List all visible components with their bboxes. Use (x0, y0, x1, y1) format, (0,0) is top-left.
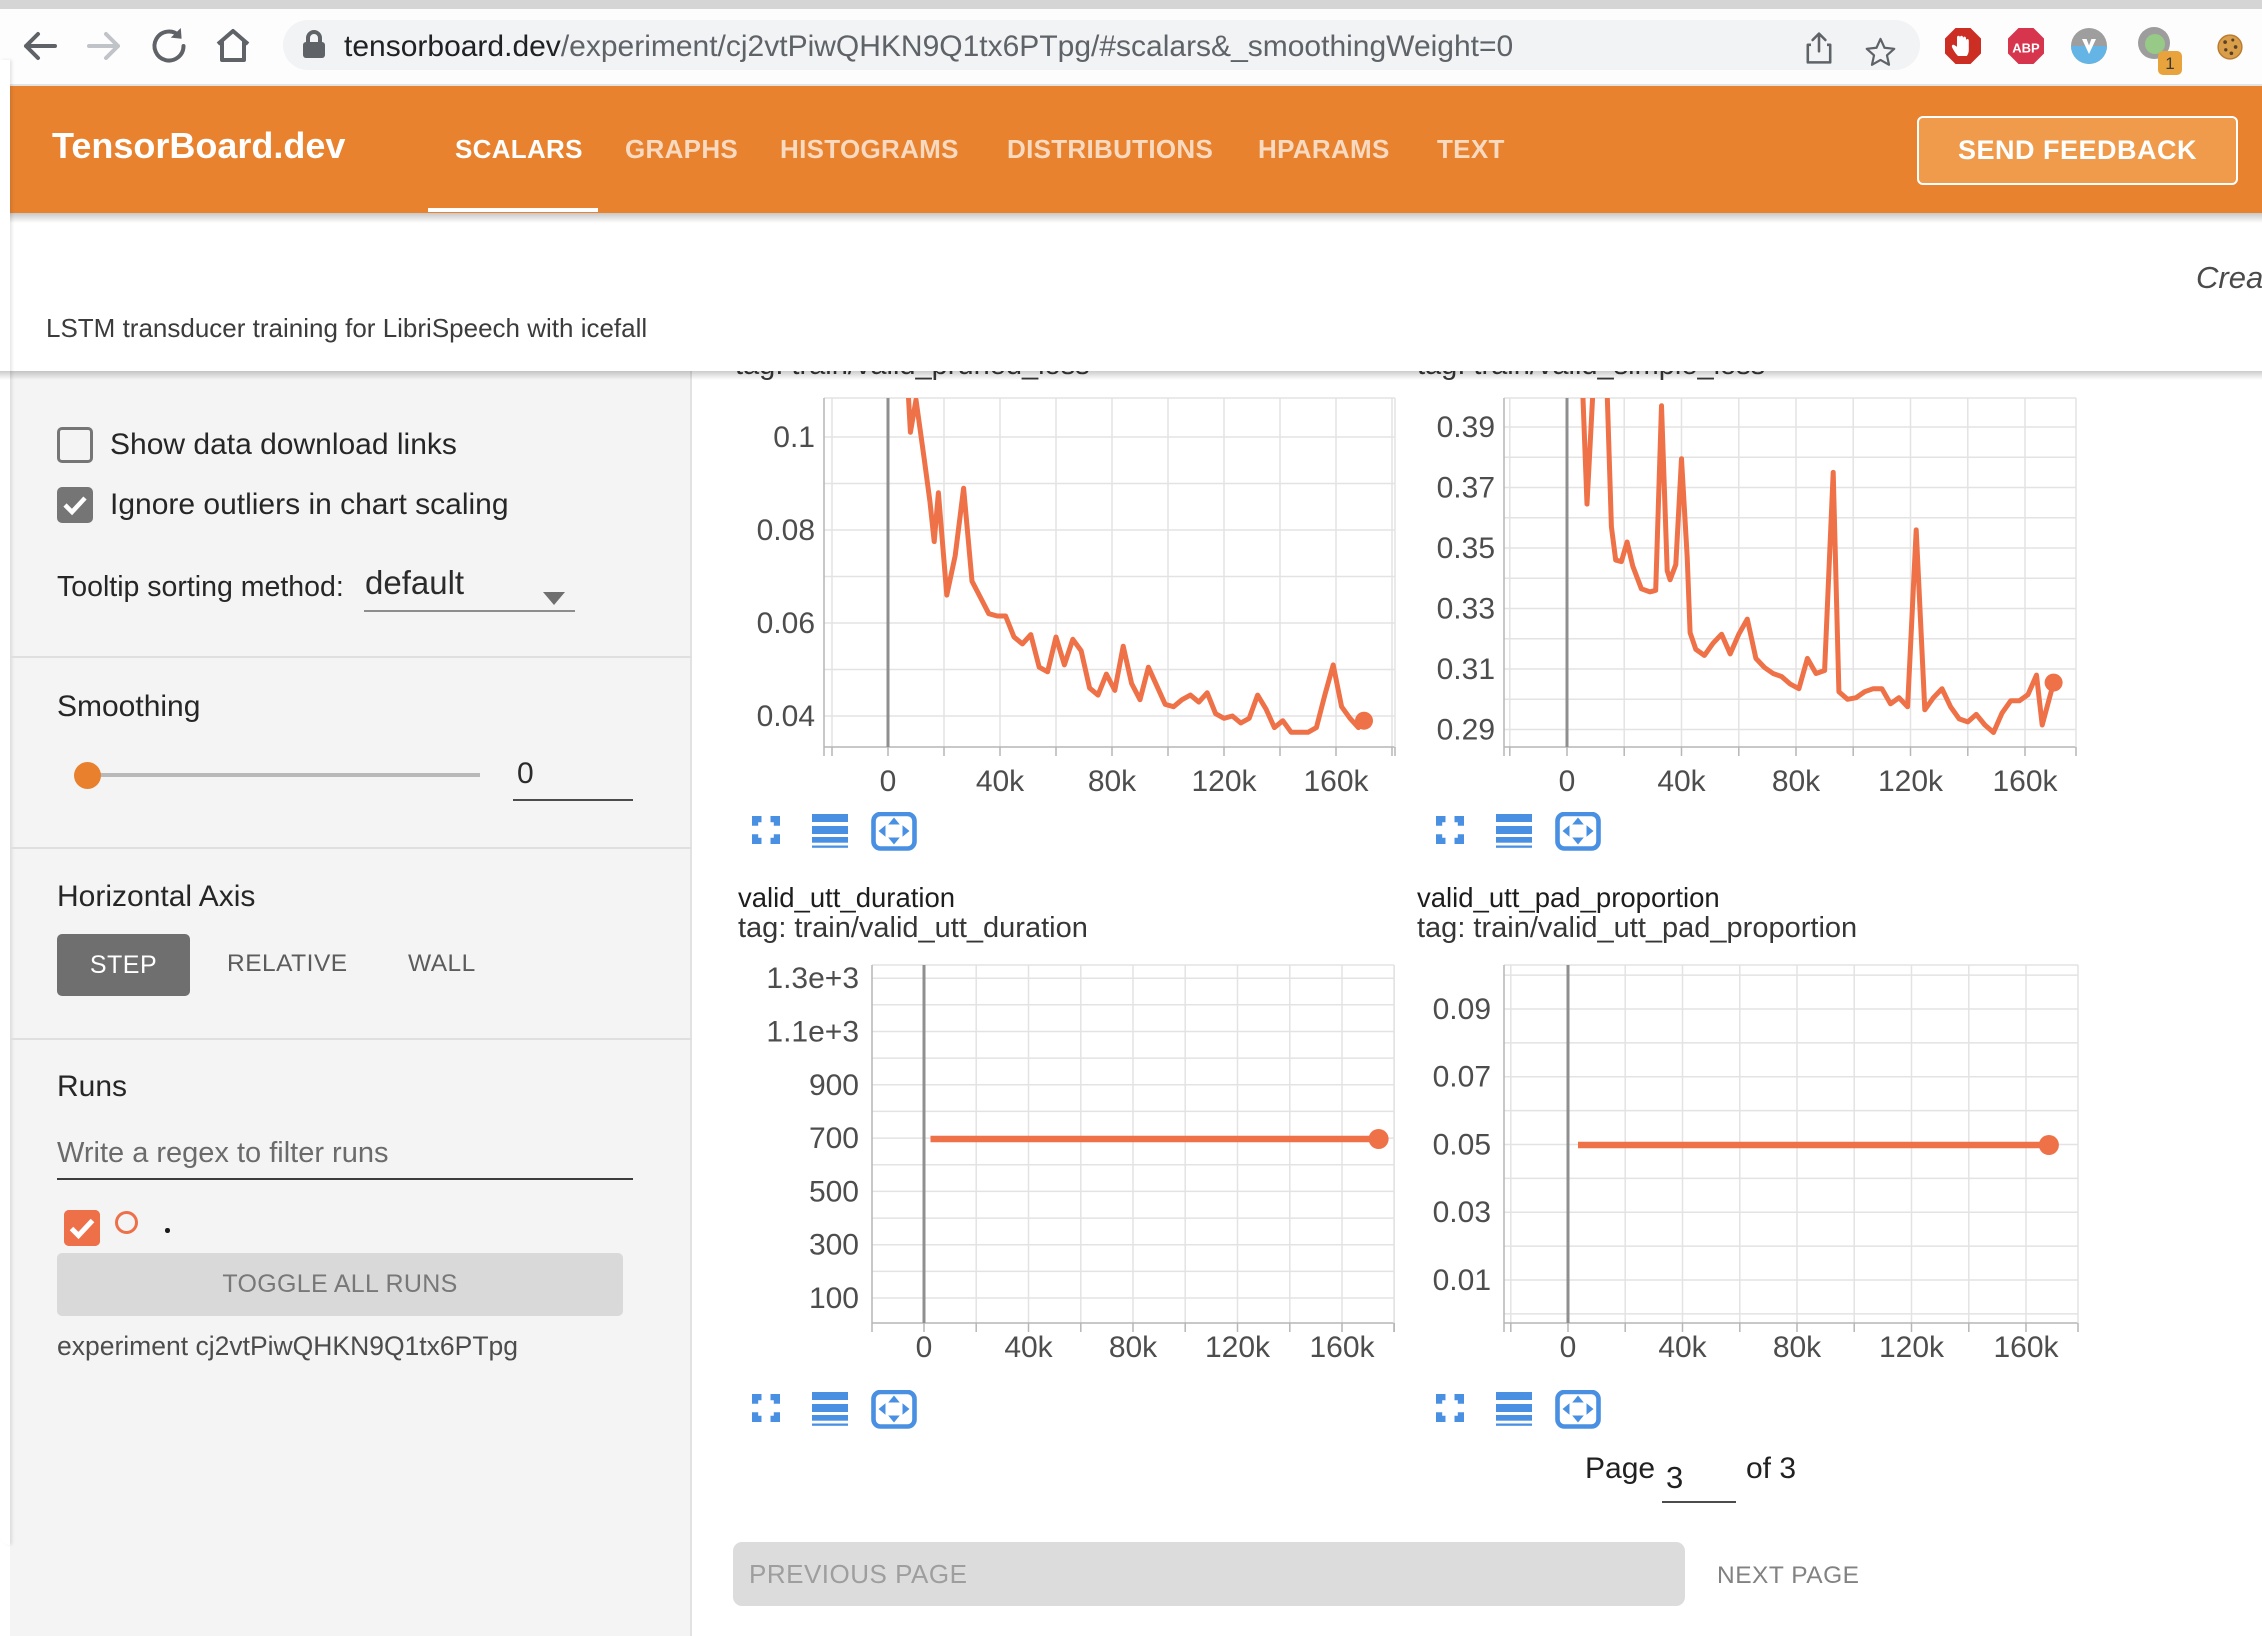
svg-text:900: 900 (809, 1069, 859, 1102)
svg-text:0.06: 0.06 (757, 607, 815, 640)
svg-text:120k: 120k (1205, 1331, 1271, 1364)
svg-text:tag: train/valid_utt_pad_propo: tag: train/valid_utt_pad_proportion (1417, 912, 1857, 944)
svg-text:120k: 120k (1879, 1331, 1945, 1364)
svg-text:0.01: 0.01 (1433, 1264, 1491, 1297)
svg-text:0.08: 0.08 (757, 514, 815, 547)
svg-text:0.31: 0.31 (1437, 653, 1495, 686)
svg-text:0: 0 (1559, 765, 1576, 798)
svg-text:0.07: 0.07 (1433, 1061, 1491, 1094)
svg-text:0.37: 0.37 (1437, 472, 1495, 505)
svg-text:ABP: ABP (2012, 41, 2040, 56)
svg-text:0.39: 0.39 (1437, 411, 1495, 444)
svg-text:1: 1 (2165, 54, 2174, 73)
svg-text:0.29: 0.29 (1437, 714, 1495, 747)
svg-text:40k: 40k (1657, 765, 1706, 798)
svg-text:0.04: 0.04 (757, 700, 815, 733)
svg-text:160k: 160k (1992, 765, 2058, 798)
svg-text:1.1e+3: 1.1e+3 (766, 1016, 859, 1049)
svg-text:0.35: 0.35 (1437, 532, 1495, 565)
svg-text:160k: 160k (1309, 1331, 1375, 1364)
svg-text:120k: 120k (1191, 765, 1257, 798)
svg-text:0: 0 (916, 1331, 933, 1364)
svg-text:valid_utt_pad_proportion: valid_utt_pad_proportion (1417, 882, 1720, 913)
svg-text:40k: 40k (1658, 1331, 1707, 1364)
svg-text:80k: 80k (1109, 1331, 1158, 1364)
svg-text:0.1: 0.1 (773, 421, 815, 454)
svg-text:0: 0 (880, 765, 897, 798)
svg-text:0: 0 (1560, 1331, 1577, 1364)
svg-text:0.03: 0.03 (1433, 1196, 1491, 1229)
svg-text:1.3e+3: 1.3e+3 (766, 962, 859, 995)
svg-text:0.09: 0.09 (1433, 993, 1491, 1026)
svg-text:500: 500 (809, 1175, 859, 1208)
svg-text:40k: 40k (976, 765, 1025, 798)
svg-text:tag: train/valid_utt_duration: tag: train/valid_utt_duration (738, 912, 1088, 944)
svg-text:160k: 160k (1303, 765, 1369, 798)
svg-text:0.05: 0.05 (1433, 1129, 1491, 1162)
svg-text:700: 700 (809, 1122, 859, 1155)
svg-text:0.33: 0.33 (1437, 593, 1495, 626)
svg-text:40k: 40k (1004, 1331, 1053, 1364)
svg-text:valid_utt_duration: valid_utt_duration (738, 882, 955, 913)
svg-text:120k: 120k (1878, 765, 1944, 798)
svg-text:80k: 80k (1772, 765, 1821, 798)
svg-text:80k: 80k (1088, 765, 1137, 798)
svg-text:300: 300 (809, 1229, 859, 1262)
svg-text:100: 100 (809, 1282, 859, 1315)
svg-text:160k: 160k (1993, 1331, 2059, 1364)
svg-text:80k: 80k (1773, 1331, 1822, 1364)
